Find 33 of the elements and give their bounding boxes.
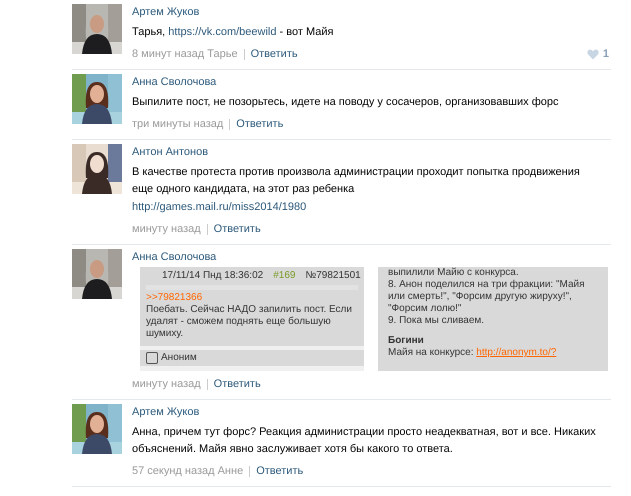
reply-link[interactable]: Ответить — [250, 47, 298, 61]
comment-text: Тарья, https://vk.com/beewild - вот Майя — [132, 25, 334, 40]
post-text: 8. Анон поделился на три фракции: "Майя или смерть!", "Форсим другую жируху!", "Форсим лолю!" — [388, 279, 586, 315]
reply-link[interactable]: Ответить — [236, 117, 284, 131]
timestamp: 57 секунд назад Анне — [132, 464, 244, 478]
timestamp: три минуты назад — [132, 117, 224, 131]
post-text: 9. Пока мы сливаем. — [388, 315, 486, 327]
poster-name: Аноним — [161, 352, 197, 364]
checkbox-icon — [146, 352, 158, 364]
post-number: #169 — [273, 270, 296, 282]
comment-text: В качестве протеста против произвола администрации проходит попытка продвижения еще одного кандидата, на этот раз ребенка — [132, 165, 581, 197]
author-link[interactable]: Анна Сволочова — [132, 74, 611, 90]
timestamp: минуту назад — [132, 377, 201, 391]
author-link[interactable]: Артем Жуков — [132, 4, 611, 20]
post-text: Поебать. Сейчас НАДО запилить пост. Если удалят - сможем поднять еще большую шумиху. — [146, 304, 353, 340]
author-link[interactable]: Анна Сволочова — [132, 249, 611, 265]
timestamp: 8 минут назад Тарье — [132, 47, 238, 61]
reply-link[interactable]: Ответить — [214, 377, 261, 391]
post-text: выпилили Майю с конкурса. — [388, 267, 520, 279]
post-text: Майя на конкурсе: — [388, 347, 474, 358]
url-link[interactable]: https://vk.com/beewild — [168, 26, 276, 38]
comment-text: Анна, причем тут форс? Реакция администрации просто неадекватная, вот и все. Никаких объяснений. Майя явно заслуживает хотя бы какого то ответа. — [132, 425, 597, 457]
post-heading: Богини — [388, 335, 425, 347]
reply-link[interactable]: Ответить — [256, 464, 304, 478]
author-link[interactable]: Антон Антонов — [132, 144, 611, 160]
comment-text: Выпилите пост, не позорьтесь, идете на поводу у сосачеров, организовавших форс — [132, 95, 560, 110]
post-id: №79821501 — [305, 270, 361, 282]
timestamp: минуту назад — [132, 222, 201, 236]
heart-icon — [586, 48, 599, 60]
url-link[interactable]: http://games.mail.ru/miss2014/1980 — [132, 199, 611, 216]
author-link[interactable]: Артем Жуков — [132, 404, 611, 420]
post-date: 17/11/14 Пнд 18:36:02 — [162, 270, 264, 282]
reply-link[interactable]: Ответить — [214, 222, 261, 236]
